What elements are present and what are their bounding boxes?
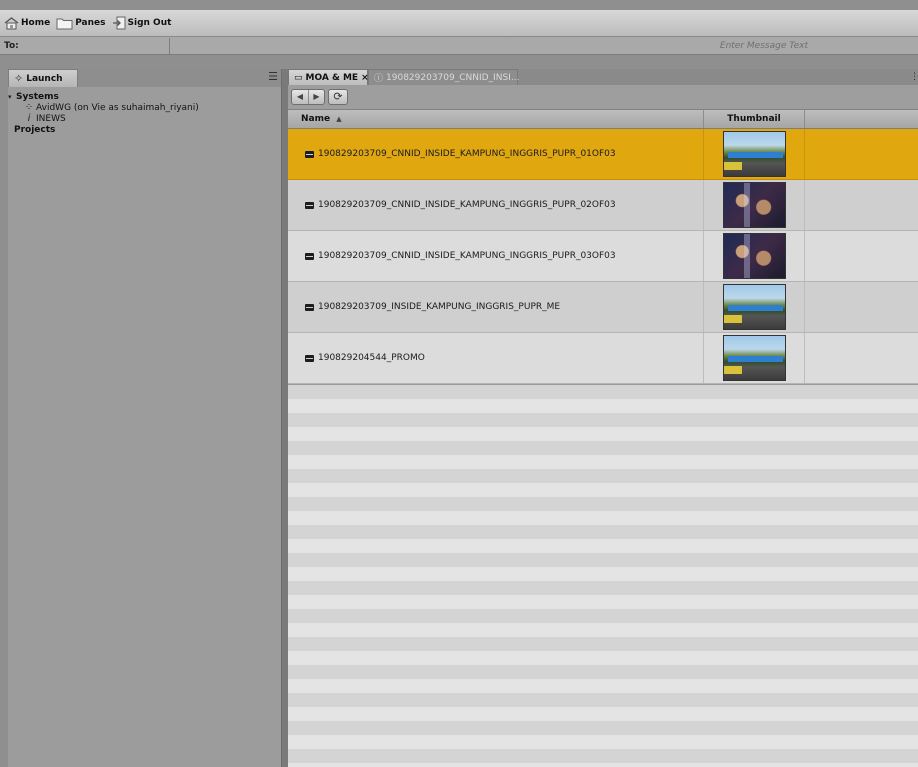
triangle-down-icon[interactable]: ▾	[8, 93, 16, 101]
tab-launch-label: Launch	[26, 73, 63, 84]
tab-moa-me[interactable]: ▭ MOA & ME ×	[288, 69, 369, 85]
table-row[interactable]: 190829204544_PROMO	[288, 333, 918, 384]
tree-item-avidwg[interactable]: ⁘ AvidWG (on Vie as suhaimah_riyani)	[8, 102, 281, 113]
sort-ascending-icon: ▲	[336, 115, 342, 123]
sign-out-label: Sign Out	[127, 18, 172, 28]
folder-icon: ▭	[294, 72, 303, 83]
table-row[interactable]: 190829203709_CNNID_INSIDE_KAMPUNG_INGGRI…	[288, 180, 918, 231]
tree-item-systems[interactable]: ▾ Systems	[8, 91, 281, 102]
clip-icon	[305, 201, 314, 209]
grid-header: Name ▲ Thumbnail	[288, 110, 918, 129]
tree-item-label: Projects	[14, 124, 56, 135]
clip-thumbnail[interactable]	[722, 182, 786, 228]
name-cell: 190829204544_PROMO	[288, 333, 704, 383]
clip-icon	[305, 252, 314, 260]
tree-item-label: INEWS	[36, 113, 66, 124]
thumbnail-cell	[704, 129, 805, 179]
row-filler	[805, 282, 918, 332]
tab-launch[interactable]: ✧ Launch	[8, 69, 78, 87]
folder-icon	[56, 17, 73, 30]
clip-icon	[305, 150, 314, 158]
tabbar-overflow-icon[interactable]: ⋮	[910, 69, 918, 85]
thumbnail-cell	[704, 282, 805, 332]
name-cell: 190829203709_CNNID_INSIDE_KAMPUNG_INGGRI…	[288, 231, 704, 281]
launch-tree: ▾ Systems ⁘ AvidWG (on Vie as suhaimah_r…	[8, 87, 281, 135]
clip-thumbnail[interactable]	[722, 335, 786, 381]
clip-name: 190829203709_CNNID_INSIDE_KAMPUNG_INGGRI…	[318, 200, 616, 210]
bin-browser-pane: ▭ MOA & ME × ⓘ 190829203709_CNNID_INSI..…	[288, 69, 918, 767]
browser-tabbar: ▭ MOA & ME × ⓘ 190829203709_CNNID_INSI..…	[288, 69, 918, 85]
clip-name: 190829203709_CNNID_INSIDE_KAMPUNG_INGGRI…	[318, 251, 616, 261]
back-button[interactable]: ◀	[292, 90, 308, 104]
clip-name: 190829203709_INSIDE_KAMPUNG_INGGRIS_PUPR…	[318, 302, 561, 312]
network-icon: ⁘	[24, 102, 34, 113]
clip-thumbnail[interactable]	[722, 284, 786, 330]
clip-list: 190829203709_CNNID_INSIDE_KAMPUNG_INGGRI…	[288, 129, 918, 384]
launch-pane-tabbar: ✧ Launch ☰	[8, 69, 281, 87]
clip-name: 190829204544_PROMO	[318, 353, 425, 363]
tree-item-inews[interactable]: i INEWS	[8, 113, 281, 124]
tab-clip-info[interactable]: ⓘ 190829203709_CNNID_INSI...	[368, 69, 520, 85]
clip-thumbnail[interactable]	[722, 131, 786, 177]
panes-label: Panes	[75, 18, 106, 28]
sign-out-button[interactable]: Sign Out	[112, 14, 172, 32]
empty-list-area	[288, 385, 918, 767]
home-button[interactable]: Home	[4, 14, 50, 32]
home-icon	[4, 16, 19, 30]
column-header-name[interactable]: Name ▲	[288, 110, 704, 128]
launch-pane: ✧ Launch ☰ ▾ Systems ⁘ AvidWG (on Vie as…	[8, 69, 282, 767]
row-filler	[805, 231, 918, 281]
message-bar: To:	[0, 37, 918, 55]
history-nav: ◀ ▶	[291, 89, 325, 105]
tab-label: MOA & ME	[305, 72, 359, 83]
launch-icon: ✧	[14, 72, 24, 85]
row-filler	[805, 333, 918, 383]
tab-label: 190829203709_CNNID_INSI...	[386, 72, 520, 83]
browser-navbar: ◀ ▶ ⟳	[288, 85, 918, 110]
home-label: Home	[21, 18, 51, 28]
forward-button[interactable]: ▶	[308, 90, 324, 104]
table-row[interactable]: 190829203709_INSIDE_KAMPUNG_INGGRIS_PUPR…	[288, 282, 918, 333]
row-filler	[805, 129, 918, 179]
column-header-thumbnail[interactable]: Thumbnail	[704, 110, 805, 128]
name-cell: 190829203709_CNNID_INSIDE_KAMPUNG_INGGRI…	[288, 129, 704, 179]
name-cell: 190829203709_INSIDE_KAMPUNG_INGGRIS_PUPR…	[288, 282, 704, 332]
message-to-label: To:	[0, 37, 170, 54]
info-icon: ⓘ	[374, 74, 384, 84]
pane-menu-icon[interactable]: ☰	[267, 71, 279, 83]
thumbnail-cell	[704, 180, 805, 230]
panes-button[interactable]: Panes	[56, 14, 106, 32]
tree-item-projects[interactable]: Projects	[8, 124, 281, 135]
clip-thumbnail[interactable]	[722, 233, 786, 279]
tree-item-label: Systems	[16, 91, 59, 102]
column-header-empty	[805, 110, 918, 128]
column-header-name-label: Name	[301, 114, 331, 124]
sign-out-icon	[112, 16, 126, 30]
name-cell: 190829203709_CNNID_INSIDE_KAMPUNG_INGGRI…	[288, 180, 704, 230]
table-row[interactable]: 190829203709_CNNID_INSIDE_KAMPUNG_INGGRI…	[288, 231, 918, 282]
clip-icon	[305, 303, 314, 311]
table-row[interactable]: 190829203709_CNNID_INSIDE_KAMPUNG_INGGRI…	[288, 129, 918, 180]
inews-icon: i	[27, 113, 31, 124]
top-toolbar: Home Panes Sign Out	[0, 10, 918, 37]
refresh-button[interactable]: ⟳	[328, 89, 348, 105]
clip-icon	[305, 354, 314, 362]
app-window: Home Panes Sign Out To: ✧ Launch ☰	[0, 0, 918, 767]
thumbnail-cell	[704, 333, 805, 383]
message-text-input[interactable]	[170, 37, 918, 54]
row-filler	[805, 180, 918, 230]
clip-name: 190829203709_CNNID_INSIDE_KAMPUNG_INGGRI…	[318, 149, 616, 159]
thumbnail-cell	[704, 231, 805, 281]
tree-item-label: AvidWG (on Vie as suhaimah_riyani)	[36, 102, 199, 113]
